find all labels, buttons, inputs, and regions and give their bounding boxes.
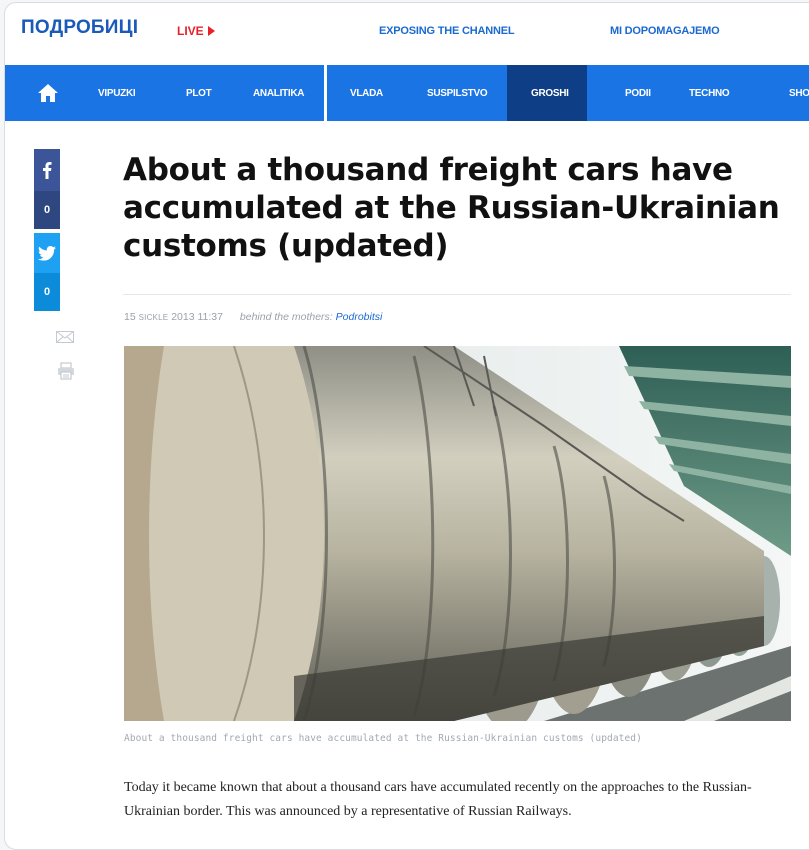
article-photo [124,346,791,721]
article-body-paragraph: Today it became known that about a thous… [124,780,752,819]
byline-label: behind the mothers: [239,311,333,323]
tank-cars-photo [124,346,791,721]
live-link[interactable]: LIVE [177,24,215,38]
top-link-help[interactable]: MI DOPOMAGAJEMO [610,25,720,37]
live-label: LIVE [177,24,204,38]
main-nav: VIPUZKI PLOT ANALITIKA VLADA SUSPILSTVO … [5,65,809,121]
facebook-share-button[interactable] [34,149,60,191]
nav-separator [324,65,327,121]
facebook-share-count: 0 [34,191,60,229]
nav-item-groshi[interactable]: GROSHI [531,65,569,121]
article-date-day: 15 [124,311,136,323]
article-meta: 15 SICKLE 2013 11:37 behind the mothers:… [124,311,382,323]
top-link-exposing[interactable]: EXPOSING THE CHANNEL [379,25,515,37]
nav-item-sho[interactable]: SHO [789,65,809,121]
nav-item-podii[interactable]: PODII [625,65,651,121]
twitter-share-count: 0 [34,273,60,311]
twitter-icon [38,245,56,261]
page-frame: ПОДРОБИЦІ LIVE EXPOSING THE CHANNEL MI D… [4,2,809,850]
facebook-icon [43,162,52,179]
nav-item-analitika[interactable]: ANALITIKA [253,65,304,121]
nav-item-vipuzki[interactable]: VIPUZKI [98,65,136,121]
article-date-time: 2013 11:37 [171,311,223,323]
title-divider [123,294,791,295]
nav-item-plot[interactable]: PLOT [186,65,212,121]
top-bar: ПОДРОБИЦІ LIVE EXPOSING THE CHANNEL MI D… [5,3,809,65]
print-icon[interactable] [57,362,75,380]
home-icon[interactable] [37,83,59,103]
nav-item-vlada[interactable]: VLADA [350,65,383,121]
site-logo[interactable]: ПОДРОБИЦІ [21,17,138,39]
share-rail: 0 0 [34,149,74,385]
email-share-icon[interactable] [56,331,74,343]
twitter-share-button[interactable] [34,233,60,273]
play-icon [207,26,215,36]
article-title: About a thousand freight cars have accum… [123,152,780,264]
nav-item-suspilstvo[interactable]: SUSPILSTVO [427,65,488,121]
author-link[interactable]: Podrobitsi [336,311,383,323]
nav-item-techno[interactable]: TECHNO [689,65,730,121]
photo-caption: About a thousand freight cars have accum… [124,733,642,744]
article-date-month: SICKLE [138,313,169,322]
